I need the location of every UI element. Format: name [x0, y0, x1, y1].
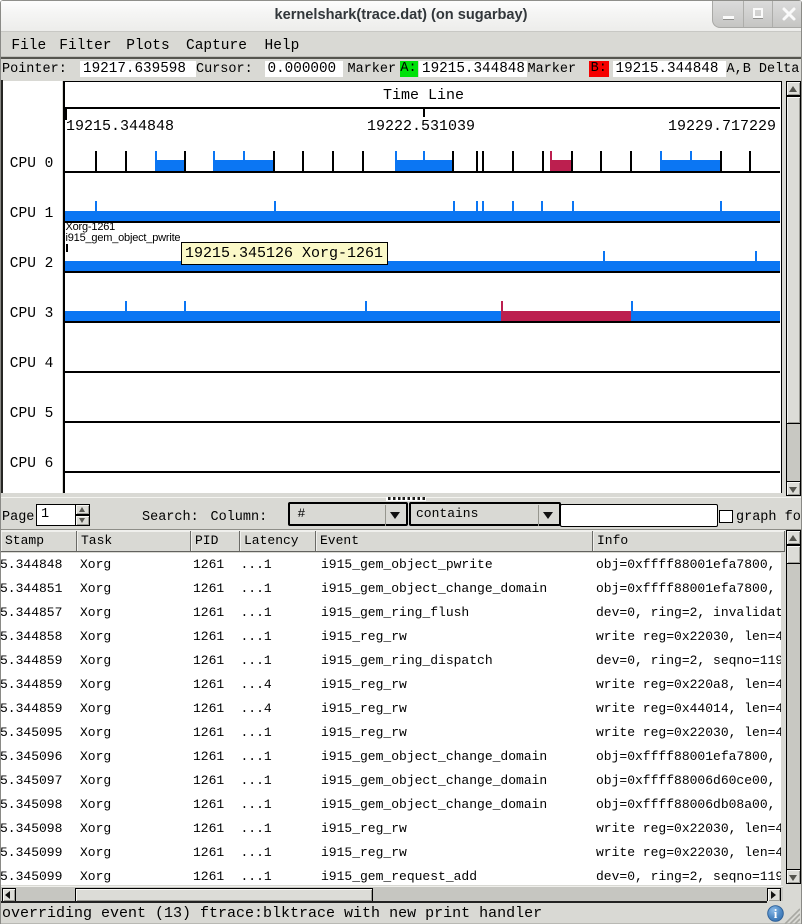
svg-text:i: i — [774, 906, 778, 921]
